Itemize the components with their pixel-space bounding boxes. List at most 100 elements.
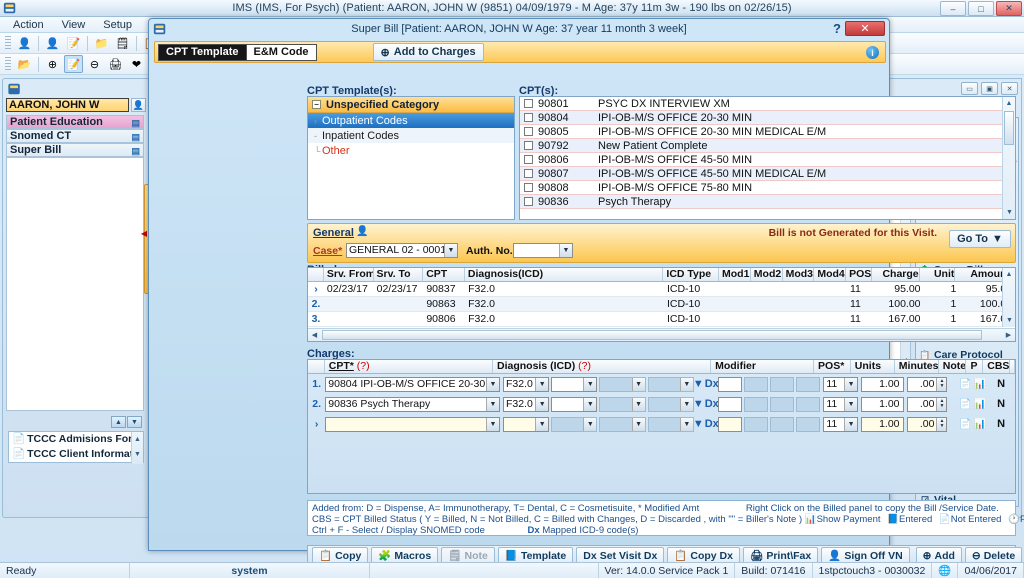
inner-restore-button[interactable]: ▣ <box>981 82 998 95</box>
tree-root-unspecified-category[interactable]: − Unspecified Category <box>308 97 514 113</box>
cpt-list-scrollbar[interactable]: ▲ ▼ <box>1002 97 1015 219</box>
cpt-checkbox[interactable] <box>524 183 533 192</box>
charge-minutes-field[interactable]: .00 ▲▼ <box>907 377 948 392</box>
chevron-down-icon[interactable]: ▼ <box>844 378 857 391</box>
table-row[interactable]: › 02/23/17 02/23/17 90837 F32.0 ICD-10 1… <box>308 282 1015 297</box>
tree-item-other[interactable]: └ Other <box>308 143 514 158</box>
charge-row[interactable]: 2. 90836 Psych Therapy ▼ F32.0 ▼ ▼ ▼ <box>308 394 1015 414</box>
note-icon[interactable]: 📄 <box>958 419 972 430</box>
cpt-row[interactable]: 90792New Patient Complete <box>520 139 1015 153</box>
charge-modifier-1[interactable] <box>718 397 742 412</box>
chevron-down-icon[interactable]: ▼ <box>632 418 645 431</box>
edit-record-icon[interactable]: 📝 <box>64 55 83 73</box>
list-item[interactable]: 📄TCCC Admisions Form <box>9 432 143 447</box>
scrollbar-thumb[interactable] <box>1004 111 1014 145</box>
charge-units-field[interactable]: 1.00 <box>861 397 903 412</box>
payment-icon[interactable]: 📊 <box>973 399 987 410</box>
charge-pos-field[interactable]: 11 ▼ <box>823 417 858 432</box>
scroll-down-arrow-icon[interactable]: ▼ <box>132 447 143 462</box>
add-to-charges-button[interactable]: ⊕ Add to Charges <box>373 43 484 61</box>
scroll-up-arrow-icon[interactable]: ▲ <box>1003 97 1015 110</box>
go-to-button[interactable]: Go To ▼ <box>949 230 1011 248</box>
spinner-icon[interactable]: ▲▼ <box>936 418 946 431</box>
spinner-icon[interactable]: ▲▼ <box>936 398 946 411</box>
tab-em-code[interactable]: E&M Code <box>247 44 317 61</box>
left-collapse-arrow-icon[interactable]: ◀ <box>141 229 147 238</box>
chevron-down-icon[interactable]: ▼ <box>844 418 857 431</box>
remove-record-icon[interactable]: ⊖ <box>85 55 104 73</box>
print-icon[interactable]: 🖨 <box>106 55 125 73</box>
cpt-checkbox[interactable] <box>524 197 533 206</box>
scroll-up-arrow-icon[interactable]: ▲ <box>1003 268 1015 281</box>
charge-modifier-3[interactable] <box>770 377 794 392</box>
folder-icon[interactable]: 📁 <box>92 34 111 52</box>
charge-minutes-field[interactable]: .00 ▲▼ <box>907 417 948 432</box>
charge-cpt-field[interactable]: 90836 Psych Therapy ▼ <box>325 397 500 412</box>
status-connection-icon[interactable]: 🌐 <box>932 563 958 578</box>
inner-minimize-button[interactable]: ▭ <box>961 82 978 95</box>
collapse-icon[interactable]: − <box>312 100 321 109</box>
patient-name-field[interactable]: AARON, JOHN W <box>6 98 129 112</box>
charge-units-field[interactable]: 1.00 <box>861 417 903 432</box>
auth-no-dropdown[interactable]: ▼ <box>513 243 573 258</box>
chevron-down-icon[interactable]: ▼ <box>486 418 499 431</box>
charge-modifier-1[interactable] <box>718 377 742 392</box>
chevron-down-icon[interactable]: ▼ <box>535 378 548 391</box>
maximize-button[interactable]: □ <box>968 1 994 16</box>
cpt-help-link[interactable]: (?) <box>357 360 370 372</box>
cpt-checkbox[interactable] <box>524 99 533 108</box>
charge-modifier-3[interactable] <box>770 417 794 432</box>
scroll-up-button[interactable]: ▲ <box>111 416 126 428</box>
patient-detail-button[interactable]: 👤 <box>131 98 146 112</box>
chevron-down-icon[interactable]: ▼ <box>583 398 596 411</box>
chevron-down-icon[interactable]: ▼ <box>486 378 499 391</box>
chart-edit-icon[interactable]: 🗒 <box>113 34 132 52</box>
charge-modifier-4[interactable] <box>796 377 820 392</box>
left-row-patient-education[interactable]: Patient Education ▤ <box>6 115 144 129</box>
case-dropdown[interactable]: GENERAL 02 - 0001 - 08/ ▼ <box>346 243 458 258</box>
scroll-right-arrow-icon[interactable]: ▶ <box>1002 329 1015 341</box>
charge-dx2-field[interactable]: ▼ <box>551 397 597 412</box>
chevron-down-icon[interactable]: ▼ <box>632 378 645 391</box>
chevron-down-icon[interactable]: ▼ <box>632 398 645 411</box>
payment-icon[interactable]: 📊 <box>973 419 987 430</box>
charge-dx3-field[interactable]: ▼ <box>599 417 645 432</box>
cpt-checkbox[interactable] <box>524 155 533 164</box>
table-row[interactable]: 2. 90863 F32.0 ICD-10 11 100.00 1 100.00… <box>308 297 1015 312</box>
billed-grid-vertical-scrollbar[interactable]: ▲ ▼ <box>1002 268 1015 327</box>
charge-minutes-field[interactable]: .00 ▲▼ <box>907 397 948 412</box>
cpt-checkbox[interactable] <box>524 169 533 178</box>
charge-dx1-field[interactable]: F32.0 ▼ <box>503 397 549 412</box>
inner-close-button[interactable]: ✕ <box>1001 82 1018 95</box>
help-button[interactable]: ? <box>833 21 841 36</box>
cpt-checkbox[interactable] <box>524 127 533 136</box>
document-icon[interactable]: ▤ <box>131 117 140 129</box>
charge-dx4-field[interactable]: ▼ <box>648 417 694 432</box>
spinner-icon[interactable]: ▲▼ <box>936 378 946 391</box>
dx-map-button[interactable]: ▼Dx <box>694 398 718 410</box>
chevron-down-icon[interactable]: ▼ <box>535 418 548 431</box>
chevron-down-icon[interactable]: ▼ <box>535 398 548 411</box>
cpt-row[interactable]: 90801PSYC DX INTERVIEW XM <box>520 97 1015 111</box>
note-icon[interactable]: 📄 <box>958 399 972 410</box>
dx-map-button[interactable]: ▼Dx <box>694 418 718 430</box>
patient-edit-icon[interactable]: 📝 <box>64 34 83 52</box>
charge-modifier-4[interactable] <box>796 397 820 412</box>
charge-dx3-field[interactable]: ▼ <box>599 377 645 392</box>
chevron-down-icon[interactable]: ▼ <box>680 398 693 411</box>
cpt-row[interactable]: 90807IPI-OB-M/S OFFICE 45-50 MIN MEDICAL… <box>520 167 1015 181</box>
scrollbar-thumb[interactable] <box>322 330 982 340</box>
scroll-down-arrow-icon[interactable]: ▼ <box>1003 206 1016 219</box>
charge-dx2-field[interactable]: ▼ <box>551 377 597 392</box>
charge-dx1-field[interactable]: ▼ <box>503 417 549 432</box>
info-icon[interactable]: i <box>866 46 879 59</box>
scroll-left-arrow-icon[interactable]: ◀ <box>308 329 321 341</box>
table-row[interactable]: 3. 90806 F32.0 ICD-10 11 167.00 1 167.00… <box>308 312 1015 327</box>
left-row-snomed-ct[interactable]: Snomed CT ▤ <box>6 129 144 143</box>
charge-dx4-field[interactable]: ▼ <box>648 397 694 412</box>
heart-icon[interactable]: ❤ <box>127 55 146 73</box>
charge-dx3-field[interactable]: ▼ <box>599 397 645 412</box>
scroll-down-button[interactable]: ▼ <box>127 416 142 428</box>
document-icon[interactable]: ▤ <box>131 131 140 143</box>
cpt-row[interactable]: 90808IPI-OB-M/S OFFICE 75-80 MIN <box>520 181 1015 195</box>
